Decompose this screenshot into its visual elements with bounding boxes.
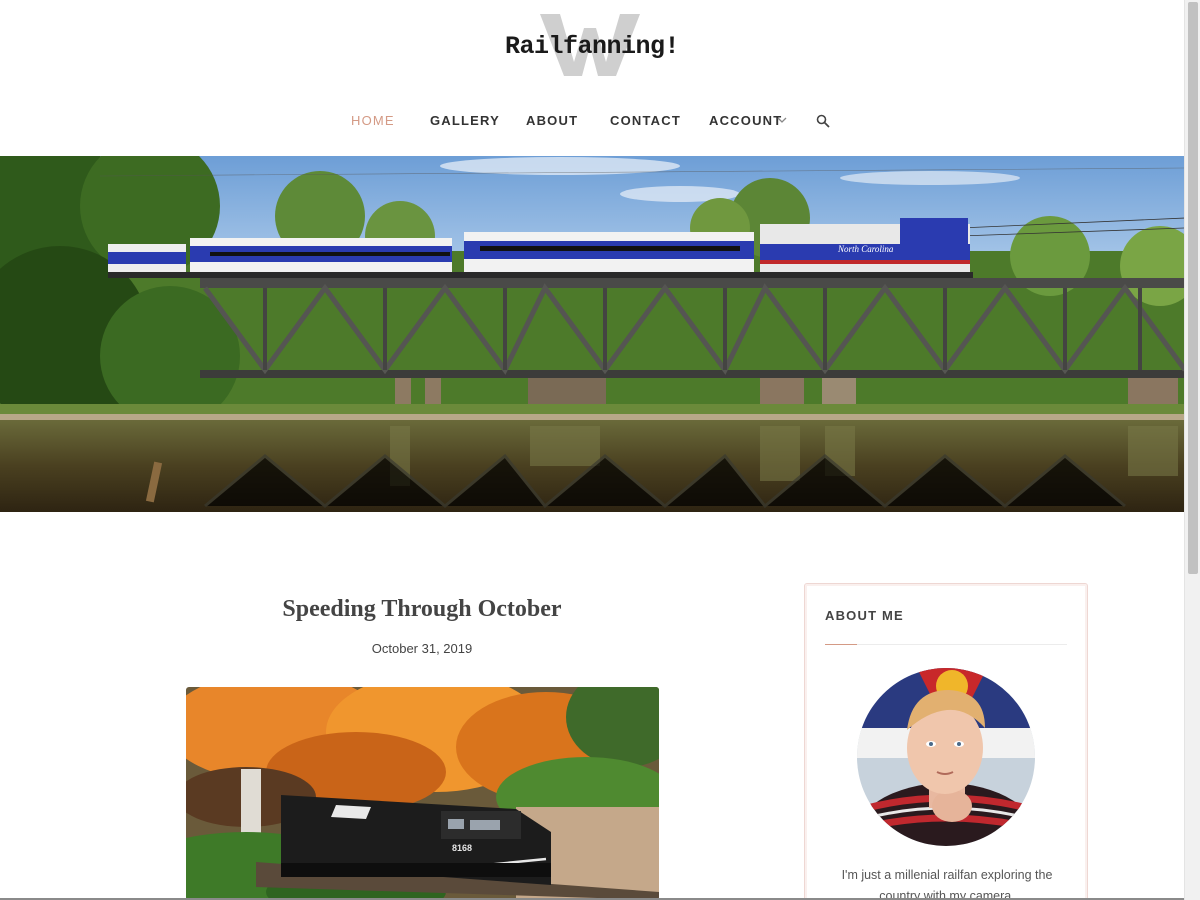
post-featured-image[interactable]: 8168 [186, 687, 659, 900]
main-nav: HOME GALLERY ABOUT CONTACT ACCOUNT [0, 113, 1184, 135]
post-title[interactable]: Speeding Through October [186, 596, 658, 623]
site-title: Railfanning! [504, 32, 680, 61]
nav-contact[interactable]: CONTACT [610, 113, 681, 128]
avatar-portrait-illustration [857, 668, 1035, 846]
hero-image: North Carolina [0, 156, 1184, 512]
widget-divider [825, 644, 1067, 645]
site-logo[interactable]: Railfanning! [0, 10, 1184, 82]
hero-train-bridge-illustration: North Carolina [0, 156, 1184, 512]
widget-divider-accent [825, 644, 857, 645]
avatar [857, 668, 1035, 846]
nav-about[interactable]: ABOUT [526, 113, 578, 128]
autumn-locomotive-illustration: 8168 [186, 687, 659, 900]
nav-gallery[interactable]: GALLERY [430, 113, 500, 128]
about-me-widget: ABOUT ME I'm just a millenial railfan ex… [804, 583, 1088, 900]
about-me-text: I'm just a millenial railfan exploring t… [841, 868, 1053, 900]
nav-home[interactable]: HOME [351, 113, 395, 128]
post-date[interactable]: October 31, 2019 [186, 641, 658, 656]
widget-title: ABOUT ME [825, 608, 904, 623]
svg-text:North Carolina: North Carolina [837, 244, 894, 254]
page: Railfanning! HOME GALLERY ABOUT CONTACT … [0, 0, 1184, 900]
scrollbar-thumb[interactable] [1188, 2, 1198, 574]
chevron-down-icon[interactable] [777, 115, 787, 125]
vertical-scrollbar[interactable] [1184, 0, 1200, 900]
svg-text:8168: 8168 [452, 843, 472, 853]
nav-account[interactable]: ACCOUNT [709, 113, 782, 128]
search-icon[interactable] [816, 114, 830, 128]
